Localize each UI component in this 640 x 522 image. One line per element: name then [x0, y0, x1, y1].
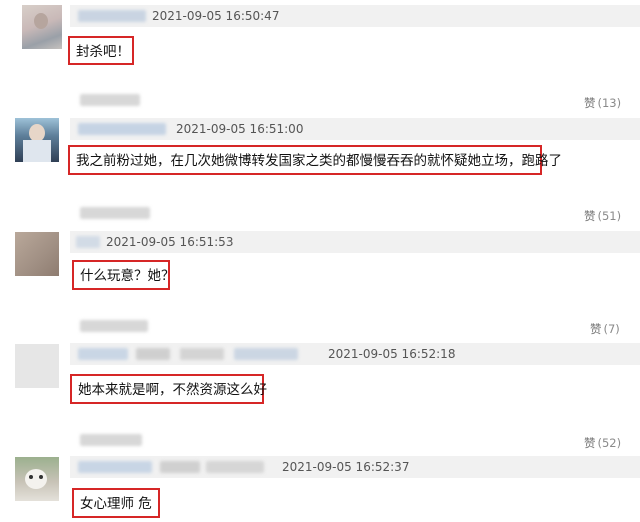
blurred-username [78, 123, 166, 135]
like-button[interactable]: 赞 (13) [584, 95, 621, 111]
like-icon: 赞 [584, 209, 596, 223]
like-icon: 赞 [584, 96, 596, 110]
user-avatar[interactable] [15, 118, 59, 162]
comment-text: 女心理师 危 [72, 488, 160, 518]
comment-text-content: 封杀吧！ [76, 44, 130, 60]
comment-timestamp: 2021-09-05 16:51:00 [176, 122, 304, 136]
blurred-username [206, 461, 264, 473]
like-button[interactable]: 赞 (52) [584, 435, 621, 451]
comment-text-content: 我之前粉过她，在几次她微博转发国家之类的都慢慢吞吞的就怀疑她立场，跑路了 [76, 153, 562, 169]
like-icon: 赞 [590, 322, 602, 336]
comment-text-content: 她本来就是啊，不然资源这么好 [78, 382, 267, 398]
comment-text-content: 什么玩意？她？ [80, 268, 175, 284]
like-count: (51) [597, 209, 622, 223]
blurred-reply-row [80, 207, 150, 219]
comment-timestamp: 2021-09-05 16:52:37 [282, 460, 410, 474]
comment-text: 什么玩意？她？ [72, 260, 175, 290]
blurred-username [234, 348, 298, 360]
comment-text: 封杀吧！ [68, 36, 134, 65]
comment-header: 2021-09-05 16:51:00 [70, 118, 640, 140]
blurred-username [78, 348, 128, 360]
comment-text: 我之前粉过她，在几次她微博转发国家之类的都慢慢吞吞的就怀疑她立场，跑路了 [68, 145, 562, 175]
blurred-username [78, 461, 152, 473]
blurred-reply-row [80, 320, 148, 332]
comment-header: 2021-09-05 16:51:53 [70, 231, 640, 253]
like-count: (13) [597, 96, 622, 110]
comment-header: 2021-09-05 16:50:47 [70, 5, 640, 27]
blurred-username [160, 461, 200, 473]
comment-text: 她本来就是啊，不然资源这么好 [70, 374, 267, 404]
like-button[interactable]: 赞 (7) [590, 321, 620, 337]
blurred-username [78, 10, 146, 22]
blurred-username [76, 236, 100, 248]
comment-header: 2021-09-05 16:52:18 [70, 343, 640, 365]
comment-header: 2021-09-05 16:52:37 [70, 456, 640, 478]
user-avatar[interactable] [22, 5, 62, 49]
like-button[interactable]: 赞 (51) [584, 208, 621, 224]
blurred-username [136, 348, 170, 360]
user-avatar[interactable] [15, 232, 59, 276]
like-icon: 赞 [584, 436, 596, 450]
blurred-reply-row [80, 94, 140, 106]
user-avatar[interactable] [15, 344, 59, 388]
like-count: (52) [597, 436, 622, 450]
comment-timestamp: 2021-09-05 16:50:47 [152, 9, 280, 23]
user-avatar[interactable] [15, 457, 59, 501]
blurred-reply-row [80, 434, 142, 446]
comment-timestamp: 2021-09-05 16:51:53 [106, 235, 234, 249]
comment-timestamp: 2021-09-05 16:52:18 [328, 347, 456, 361]
comment-text-content: 女心理师 危 [80, 496, 152, 512]
like-count: (7) [603, 322, 620, 336]
blurred-username [180, 348, 224, 360]
